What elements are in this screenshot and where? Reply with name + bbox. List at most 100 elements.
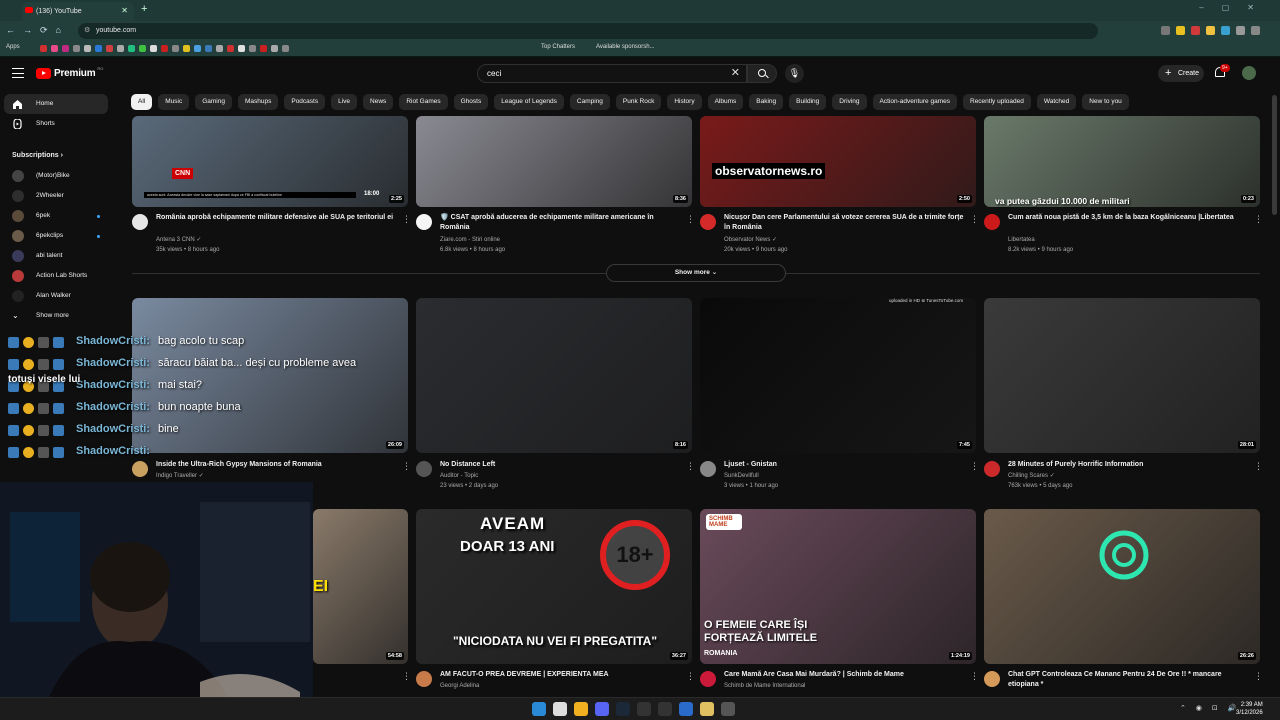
channel-avatar[interactable] <box>700 671 716 687</box>
filter-chip[interactable]: Albums <box>707 94 744 110</box>
video-title[interactable]: Cum arată noua pistă de 3,5 km de la baz… <box>1008 213 1250 223</box>
channel-avatar[interactable] <box>700 214 716 230</box>
nav-buttons[interactable]: ←→⟳⌂ <box>6 25 69 36</box>
youtube-premium-logo[interactable]: Premium RO <box>36 66 103 79</box>
sidebar-item-home[interactable]: Home <box>4 94 108 114</box>
channel-name[interactable]: Georgi Adelina <box>440 681 479 691</box>
video-thumbnail[interactable]: 28:01 <box>984 298 1260 453</box>
video-thumbnail[interactable]: 2:50 <box>700 116 976 207</box>
channel-name[interactable]: Ziare.com - Stiri online <box>440 235 500 245</box>
video-title[interactable]: 🛡️ CSAT aprobă aducerea de echipamente m… <box>440 213 682 233</box>
channel-avatar[interactable] <box>984 671 1000 687</box>
filter-chip[interactable]: History <box>667 94 702 110</box>
video-thumbnail[interactable]: 8:36 <box>416 116 692 207</box>
taskbar-app-icon[interactable] <box>532 702 546 716</box>
menu-icon[interactable] <box>12 68 24 78</box>
account-avatar[interactable] <box>1242 66 1256 80</box>
taskbar-icons[interactable] <box>532 702 735 716</box>
filter-chip[interactable]: Action-adventure games <box>872 94 957 110</box>
sidebar-show-more[interactable]: ⌄ Show more <box>4 306 108 326</box>
clear-search-icon[interactable]: ✕ <box>731 65 740 82</box>
channel-name[interactable]: Libertatea <box>1008 235 1035 245</box>
voice-search-button[interactable]: 🎙 <box>785 64 804 83</box>
video-thumbnail[interactable]: 2:25 <box>132 116 408 207</box>
channel-name[interactable]: Auditor - Topic <box>440 471 478 481</box>
video-title[interactable]: Ljuset - Gnistan <box>724 460 966 470</box>
video-title[interactable]: 28 Minutes of Purely Horrific Informatio… <box>1008 460 1250 470</box>
url-field[interactable]: ⚙ youtube.com <box>78 23 1098 39</box>
filter-chip[interactable]: Punk Rock <box>615 94 662 110</box>
channel-avatar[interactable] <box>416 214 432 230</box>
video-title[interactable]: Care Mamă Are Casa Mai Murdară? | Schimb… <box>724 670 966 680</box>
channel-name[interactable]: Schimb de Mame International <box>724 681 805 691</box>
taskbar-clock[interactable]: 2:39 AM 3/12/2026 <box>1236 701 1263 717</box>
channel-avatar[interactable] <box>984 214 1000 230</box>
taskbar-app-icon[interactable] <box>700 702 714 716</box>
subscription-item[interactable]: Action Lab Shorts <box>4 266 108 286</box>
video-title[interactable]: Nicușor Dan cere Parlamentului să voteze… <box>724 213 966 233</box>
tab-close-icon[interactable]: ✕ <box>121 6 128 15</box>
filter-chip[interactable]: New to you <box>1082 94 1129 110</box>
channel-avatar[interactable] <box>132 461 148 477</box>
filter-chip[interactable]: Music <box>158 94 190 110</box>
window-controls[interactable]: –▢✕ <box>1199 3 1272 12</box>
filter-chip[interactable]: Podcasts <box>284 94 326 110</box>
channel-name[interactable]: Antena 3 CNN ✓ <box>156 235 201 245</box>
filter-chip[interactable]: Mashups <box>237 94 279 110</box>
more-options-icon[interactable]: ⋮ <box>686 671 695 681</box>
video-title[interactable]: AM FACUT-O PREA DEVREME | EXPERIENTA MEA <box>440 670 682 680</box>
sidebar-item-shorts[interactable]: Shorts <box>4 114 108 134</box>
bookmark-top-chatters[interactable]: Top Chatters <box>541 44 575 50</box>
more-options-icon[interactable]: ⋮ <box>970 461 979 471</box>
more-options-icon[interactable]: ⋮ <box>970 671 979 681</box>
taskbar-app-icon[interactable] <box>679 702 693 716</box>
search-input[interactable]: ceci ✕ <box>477 64 747 83</box>
more-options-icon[interactable]: ⋮ <box>402 214 411 224</box>
channel-avatar[interactable] <box>416 461 432 477</box>
site-info-icon[interactable]: ⚙ <box>84 23 90 39</box>
create-button[interactable]: + Create <box>1158 65 1204 82</box>
more-options-icon[interactable]: ⋮ <box>402 461 411 471</box>
subscription-item[interactable]: Alan Walker <box>4 286 108 306</box>
subscription-item[interactable]: 6pek <box>4 206 108 226</box>
more-options-icon[interactable]: ⋮ <box>686 214 695 224</box>
filter-chip[interactable]: Camping <box>569 94 610 110</box>
filter-chip[interactable]: Riot Games <box>399 94 448 110</box>
channel-name[interactable]: Indigo Traveller ✓ <box>156 471 204 481</box>
filter-chip[interactable]: Ghosts <box>453 94 489 110</box>
filter-chip[interactable]: Baking <box>749 94 784 110</box>
more-options-icon[interactable]: ⋮ <box>970 214 979 224</box>
taskbar-app-icon[interactable] <box>616 702 630 716</box>
new-tab-button[interactable]: + <box>141 3 147 15</box>
filter-chip[interactable]: Gaming <box>195 94 232 110</box>
scrollbar[interactable] <box>1272 95 1277 215</box>
taskbar-app-icon[interactable] <box>637 702 651 716</box>
channel-name[interactable]: SunkDevilfull <box>724 471 759 481</box>
more-options-icon[interactable]: ⋮ <box>1254 461 1263 471</box>
video-title[interactable]: Chat GPT Controleaza Ce Mananc Pentru 24… <box>1008 670 1250 690</box>
taskbar-app-icon[interactable] <box>553 702 567 716</box>
channel-name[interactable]: Chilling Scares ✓ <box>1008 471 1055 481</box>
video-title[interactable]: România aprobă echipamente militare defe… <box>156 213 398 223</box>
video-thumbnail[interactable]: 7:45 <box>700 298 976 453</box>
filter-chip[interactable]: Watched <box>1036 94 1077 110</box>
taskbar-app-icon[interactable] <box>658 702 672 716</box>
filter-chip[interactable]: Building <box>789 94 827 110</box>
taskbar-app-icon[interactable] <box>595 702 609 716</box>
filter-chip[interactable]: League of Legends <box>494 94 564 110</box>
taskbar-app-icon[interactable] <box>721 702 735 716</box>
video-title[interactable]: No Distance Left <box>440 460 682 470</box>
subscriptions-heading[interactable]: Subscriptions › <box>12 152 63 159</box>
filter-chip[interactable]: Live <box>331 94 358 110</box>
more-options-icon[interactable]: ⋮ <box>402 671 411 681</box>
channel-avatar[interactable] <box>416 671 432 687</box>
subscription-item[interactable]: 6pekclips <box>4 226 108 246</box>
channel-name[interactable]: Observator News ✓ <box>724 235 777 245</box>
show-more-button[interactable]: Show more ⌄ <box>606 264 786 282</box>
system-tray[interactable]: ⌃ ◉ ⊡ 🔊 <box>1180 704 1240 712</box>
bookmark-apps[interactable]: Apps <box>6 44 20 50</box>
more-options-icon[interactable]: ⋮ <box>1254 671 1263 681</box>
more-options-icon[interactable]: ⋮ <box>686 461 695 471</box>
video-thumbnail[interactable]: 0:23 <box>984 116 1260 207</box>
channel-avatar[interactable] <box>132 214 148 230</box>
